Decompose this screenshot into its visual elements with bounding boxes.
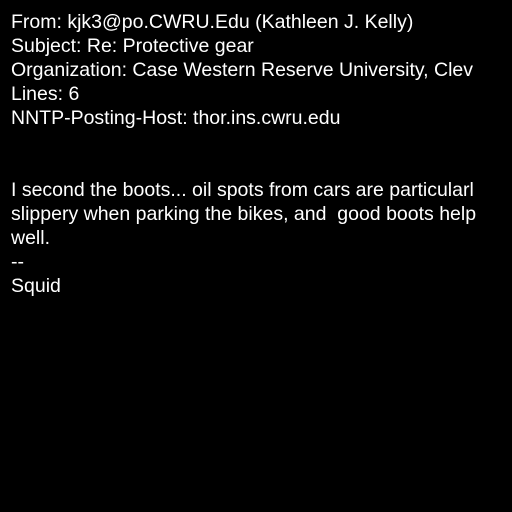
header-subject: Subject: Re: Protective gear <box>11 35 254 57</box>
body-line: slippery when parking the bikes, and goo… <box>11 203 477 225</box>
body-line: I second the boots... oil spots from car… <box>11 179 474 201</box>
message-body: I second the boots... oil spots from car… <box>11 178 512 298</box>
message-headers: From: kjk3@po.CWRU.Edu (Kathleen J. Kell… <box>11 10 512 130</box>
header-from: From: kjk3@po.CWRU.Edu (Kathleen J. Kell… <box>11 11 414 33</box>
header-organization: Organization: Case Western Reserve Unive… <box>11 59 474 81</box>
body-line: well. <box>11 227 51 249</box>
header-nntp-posting-host: NNTP-Posting-Host: thor.ins.cwru.edu <box>11 107 341 129</box>
header-lines: Lines: 6 <box>11 83 80 105</box>
signature: Squid <box>11 275 61 297</box>
signature-separator: -- <box>11 251 24 273</box>
message-view: From: kjk3@po.CWRU.Edu (Kathleen J. Kell… <box>0 0 512 512</box>
message-content: From: kjk3@po.CWRU.Edu (Kathleen J. Kell… <box>11 10 512 298</box>
